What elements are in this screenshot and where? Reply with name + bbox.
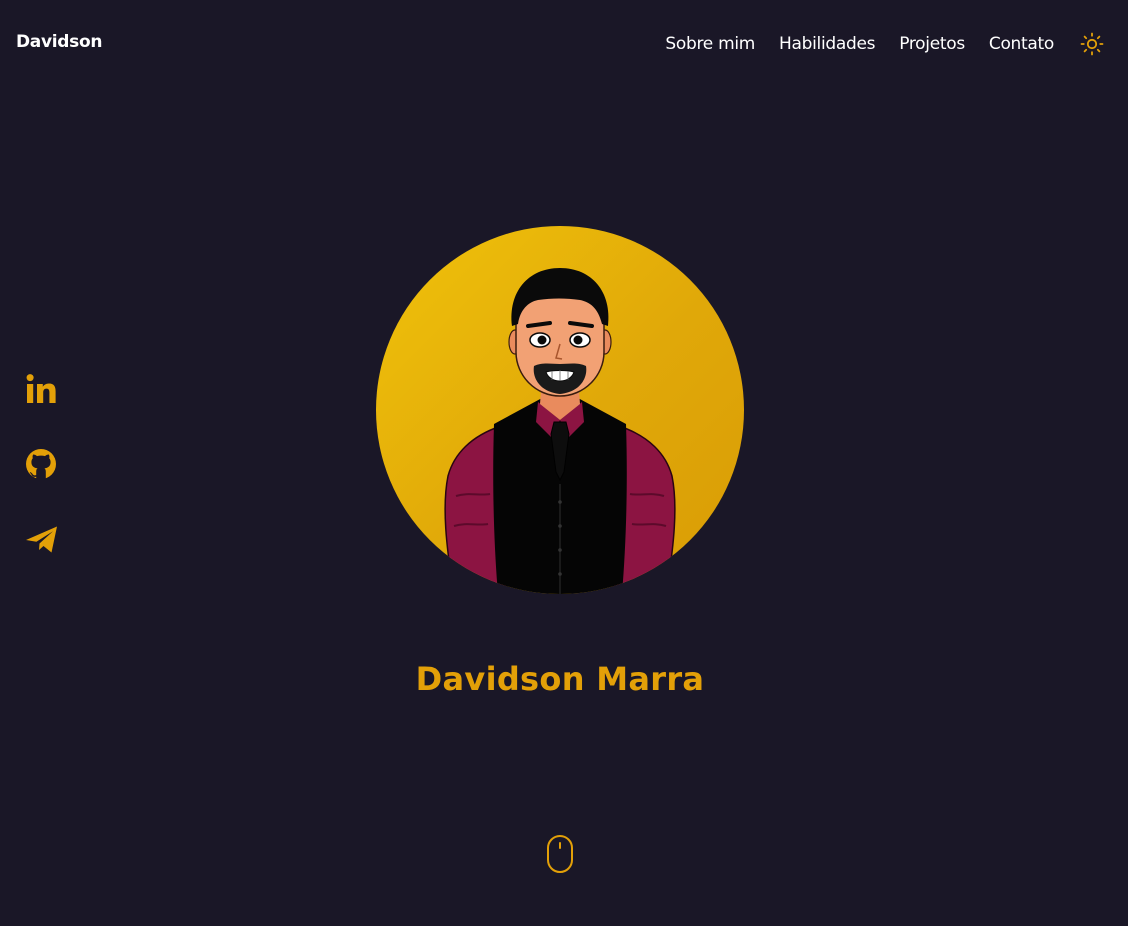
header: Davidson Sobre mim Habilidades Projetos … xyxy=(0,0,1128,88)
linkedin-icon xyxy=(26,374,56,403)
nav-link-contato[interactable]: Contato xyxy=(989,34,1054,54)
sun-icon xyxy=(1080,32,1104,56)
logo[interactable]: Davidson xyxy=(16,32,102,52)
social-links xyxy=(24,372,60,594)
avatar-illustration xyxy=(444,268,676,594)
nav-link-sobre-mim[interactable]: Sobre mim xyxy=(665,34,755,54)
avatar xyxy=(376,226,744,594)
nav-link-projetos[interactable]: Projetos xyxy=(899,34,965,54)
telegram-icon xyxy=(26,526,57,553)
theme-toggle-button[interactable] xyxy=(1080,32,1104,56)
github-link[interactable] xyxy=(24,446,60,482)
linkedin-link[interactable] xyxy=(24,372,60,408)
nav-link-habilidades[interactable]: Habilidades xyxy=(779,34,875,54)
hero-name: Davidson Marra xyxy=(415,660,705,698)
telegram-link[interactable] xyxy=(24,520,60,556)
mouse-icon xyxy=(547,835,573,873)
page: Davidson Sobre mim Habilidades Projetos … xyxy=(0,0,1128,926)
github-icon xyxy=(26,449,56,479)
main-nav: Sobre mim Habilidades Projetos Contato xyxy=(665,32,1104,56)
